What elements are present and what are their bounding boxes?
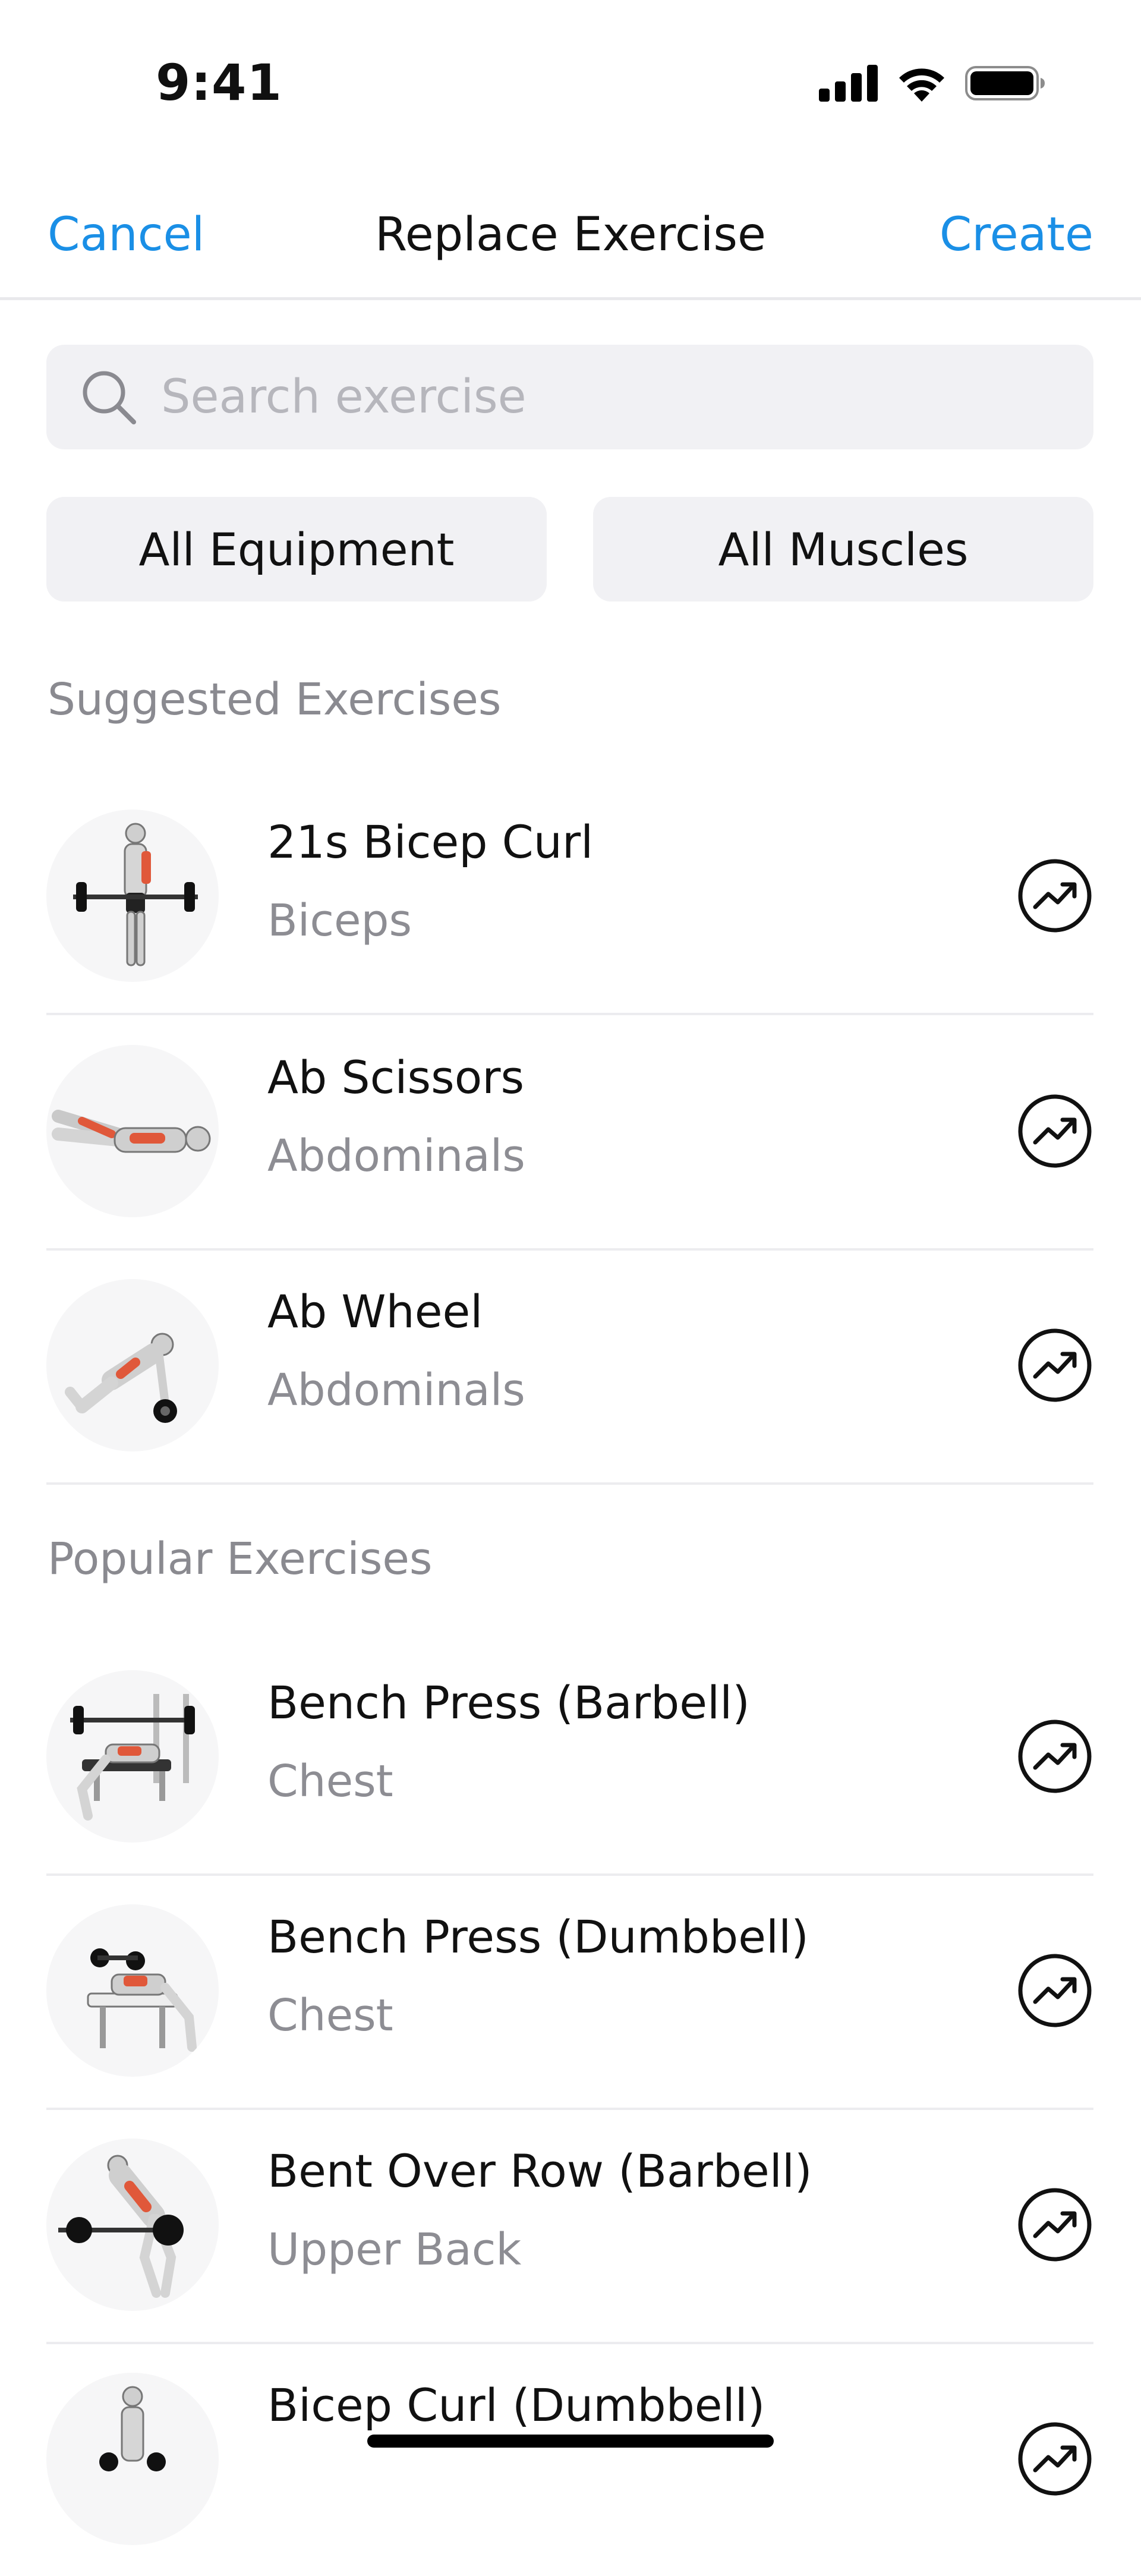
exercise-name: Ab Wheel: [267, 1285, 483, 1338]
exercise-thumbnail: [46, 1045, 219, 1217]
battery-icon: [965, 66, 1045, 100]
exercise-name: Bicep Curl (Dumbbell): [267, 2379, 765, 2432]
exercise-row[interactable]: Bicep Curl (Dumbbell): [46, 2342, 1093, 2576]
lying-scissors-figure-icon: [52, 1110, 211, 1153]
exercise-thumbnail: [46, 2373, 219, 2545]
trend-chart-icon[interactable]: [1016, 1952, 1093, 2029]
exercise-thumbnail: [46, 1904, 219, 2077]
status-bar: 9:41: [0, 0, 1141, 155]
exercise-muscle: Abdominals: [267, 1365, 525, 1416]
exercise-muscle: Abdominals: [267, 1130, 525, 1182]
equipment-filter-button[interactable]: All Equipment: [46, 497, 547, 602]
exercise-name: Bench Press (Dumbbell): [267, 1910, 809, 1963]
muscles-filter-button[interactable]: All Muscles: [593, 497, 1093, 602]
cellular-signal-icon: [819, 65, 878, 102]
barbell-curl-figure-icon: [73, 823, 198, 966]
section-title-popular: Popular Exercises: [48, 1533, 433, 1585]
home-indicator: [367, 2435, 774, 2448]
status-icons: [819, 62, 1046, 104]
exercise-row[interactable]: Bench Press (Barbell) Chest: [46, 1639, 1093, 1876]
exercise-thumbnail: [46, 810, 219, 982]
barbell-bench-figure-icon: [70, 1694, 195, 1821]
trend-chart-icon[interactable]: [1016, 2186, 1093, 2263]
search-field[interactable]: [46, 345, 1093, 449]
nav-bar: Cancel Replace Exercise Create: [0, 178, 1141, 300]
exercise-row[interactable]: Bent Over Row (Barbell) Upper Back: [46, 2108, 1093, 2344]
section-title-suggested: Suggested Exercises: [48, 674, 502, 725]
trend-chart-icon[interactable]: [1016, 1327, 1093, 1404]
dumbbell-bench-figure-icon: [87, 1948, 197, 2052]
exercise-name: Ab Scissors: [267, 1051, 525, 1104]
trend-chart-icon[interactable]: [1016, 2420, 1093, 2498]
trend-chart-icon[interactable]: [1016, 857, 1093, 934]
search-input[interactable]: [160, 370, 1024, 424]
exercise-row[interactable]: Bench Press (Dumbbell) Chest: [46, 1873, 1093, 2110]
exercise-row[interactable]: Ab Wheel Abdominals: [46, 1248, 1093, 1485]
exercise-muscle: Upper Back: [267, 2224, 522, 2275]
exercise-muscle: Chest: [267, 1756, 393, 1807]
exercise-muscle: Chest: [267, 1990, 393, 2041]
trend-chart-icon[interactable]: [1016, 1718, 1093, 1795]
exercise-name: Bench Press (Barbell): [267, 1676, 750, 1729]
exercise-row[interactable]: 21s Bicep Curl Biceps: [46, 779, 1093, 1015]
barbell-row-figure-icon: [58, 2155, 184, 2298]
exercise-thumbnail: [46, 1279, 219, 1451]
trend-chart-icon[interactable]: [1016, 1092, 1093, 1170]
exercise-muscle: Biceps: [267, 895, 412, 946]
exercise-row[interactable]: Ab Scissors Abdominals: [46, 1014, 1093, 1251]
exercise-name: Bent Over Row (Barbell): [267, 2144, 812, 2197]
search-icon: [83, 371, 136, 424]
status-time: 9:41: [156, 53, 282, 112]
ab-wheel-figure-icon: [65, 1333, 177, 1423]
exercise-thumbnail: [46, 1670, 219, 1843]
exercise-thumbnail: [46, 2139, 219, 2311]
dumbbell-curl-figure-icon: [99, 2386, 166, 2471]
exercise-name: 21s Bicep Curl: [267, 815, 594, 868]
create-button[interactable]: Create: [940, 208, 1093, 262]
wifi-icon: [899, 68, 944, 102]
